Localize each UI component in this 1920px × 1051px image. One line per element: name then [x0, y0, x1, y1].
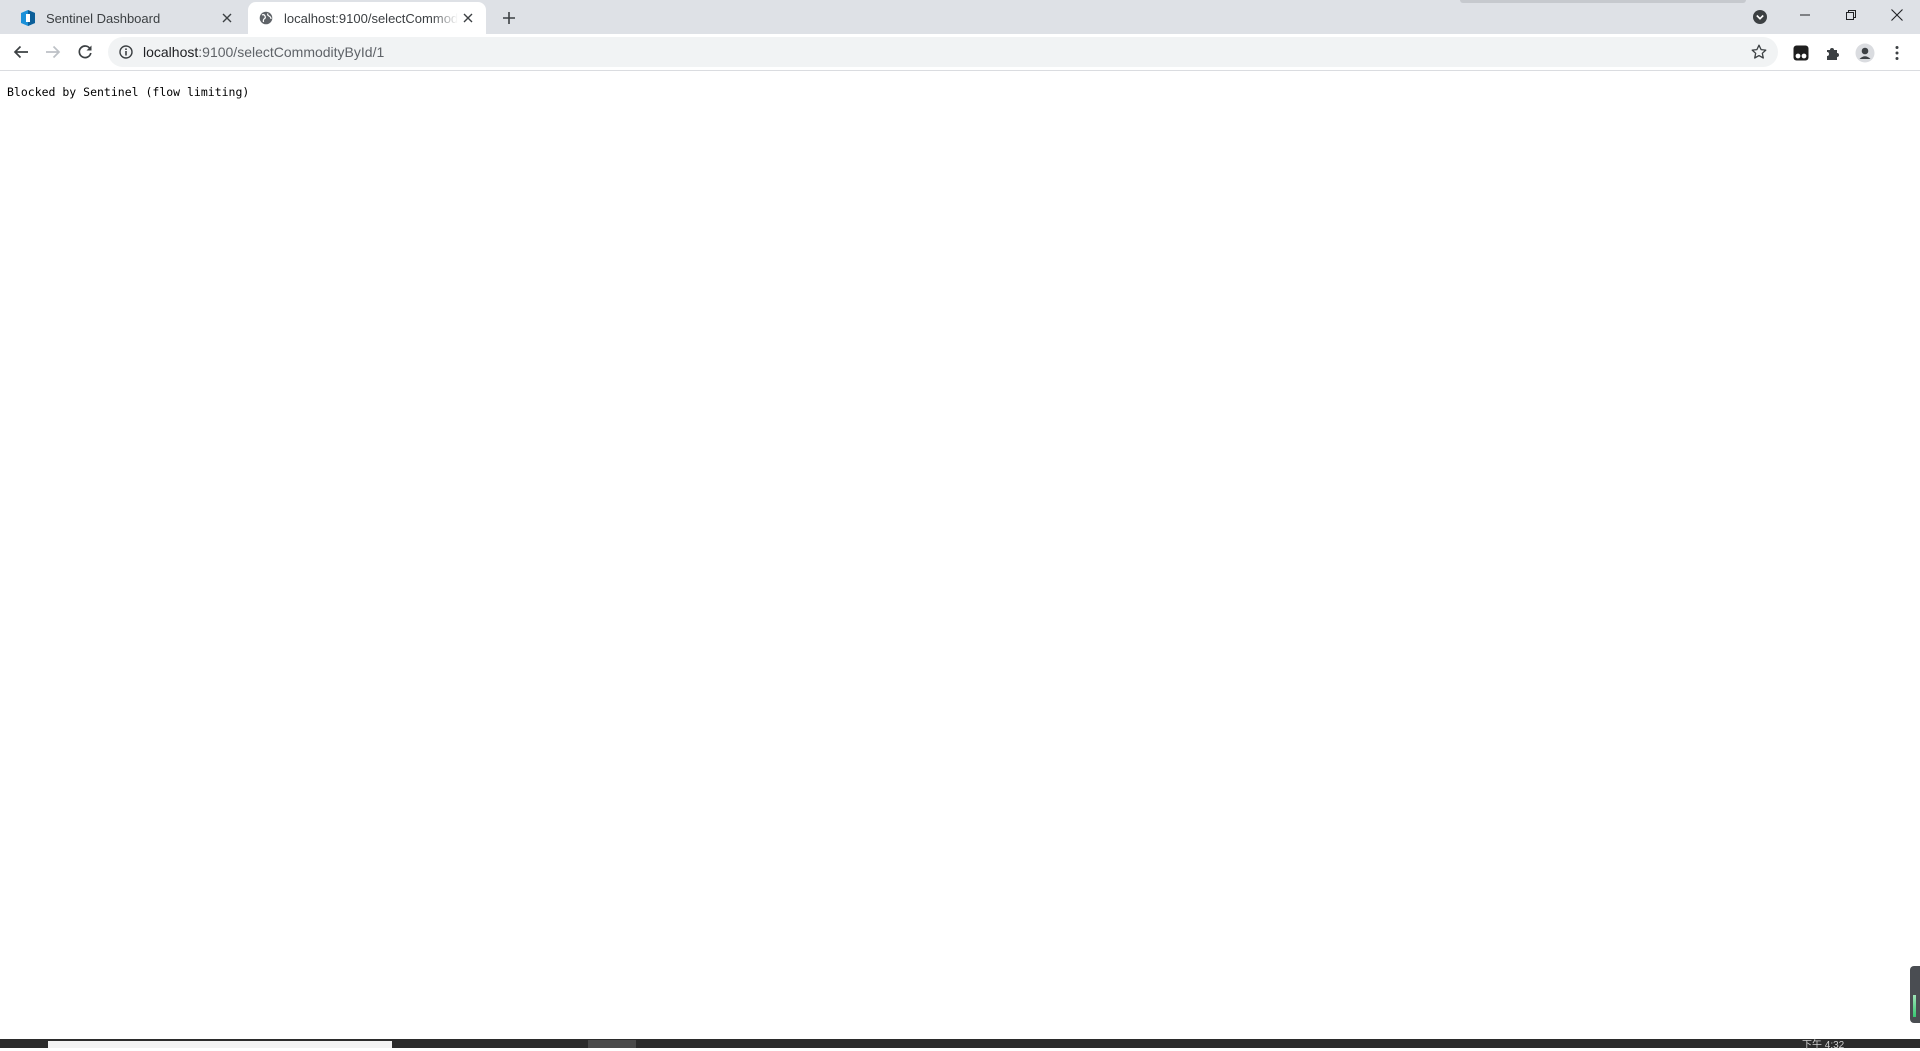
widget-level-bar	[1913, 995, 1916, 1017]
minimize-icon	[1800, 14, 1810, 16]
taskbar-window-button[interactable]	[48, 1041, 392, 1048]
back-button[interactable]	[6, 37, 36, 67]
forward-button[interactable]	[38, 37, 68, 67]
taskbar-clock: 下午 4:32	[1802, 1040, 1845, 1051]
minimize-button[interactable]	[1782, 0, 1828, 30]
tab-search-icon	[1753, 10, 1767, 24]
sentinel-logo-icon	[20, 10, 36, 26]
close-icon	[1891, 9, 1903, 21]
reload-button[interactable]	[70, 37, 100, 67]
url-host: localhost	[143, 44, 199, 60]
tab-localhost-active[interactable]: localhost:9100/selectCommodityById/1	[248, 2, 486, 34]
new-tab-button[interactable]	[497, 7, 521, 29]
tab-title: localhost:9100/selectCommodityById/1	[284, 10, 458, 26]
globe-icon	[258, 10, 274, 26]
info-icon[interactable]	[118, 44, 134, 60]
blocked-message: Blocked by Sentinel (flow limiting)	[7, 85, 250, 99]
arrow-left-icon	[13, 45, 28, 59]
url-path: :9100/selectCommodityById/1	[198, 44, 385, 60]
arrow-right-icon	[46, 45, 61, 59]
plus-icon	[503, 12, 515, 24]
page-content: Blocked by Sentinel (flow limiting)	[0, 71, 1920, 1039]
close-window-button[interactable]	[1874, 0, 1920, 30]
tampermonkey-extension-icon[interactable]	[1788, 40, 1814, 66]
address-bar[interactable]: localhost:9100/selectCommodityById/1	[108, 37, 1778, 67]
overlay-edge	[1460, 0, 1746, 3]
bookmark-star-icon[interactable]	[1750, 43, 1768, 61]
taskbar-app-button[interactable]	[588, 1040, 636, 1048]
restore-icon	[1846, 10, 1856, 20]
tab-title: Sentinel Dashboard	[46, 10, 161, 26]
tab-strip: Sentinel Dashboard localhost:9100/select…	[0, 0, 1920, 34]
close-tab-icon[interactable]	[217, 8, 237, 28]
kebab-menu-icon[interactable]	[1884, 40, 1910, 66]
url-text: localhost:9100/selectCommodityById/1	[143, 44, 384, 60]
tab-search-button[interactable]	[1751, 8, 1769, 26]
profile-avatar-icon[interactable]	[1852, 40, 1878, 66]
reload-icon	[78, 45, 92, 59]
extensions-puzzle-icon[interactable]	[1820, 40, 1846, 66]
tab-sentinel-dashboard[interactable]: Sentinel Dashboard	[10, 2, 245, 34]
side-widget[interactable]	[1910, 966, 1920, 1023]
close-tab-icon[interactable]	[458, 8, 478, 28]
browser-toolbar: localhost:9100/selectCommodityById/1	[0, 34, 1920, 71]
os-taskbar: 下午 4:32	[0, 1039, 1920, 1051]
restore-button[interactable]	[1828, 0, 1874, 30]
